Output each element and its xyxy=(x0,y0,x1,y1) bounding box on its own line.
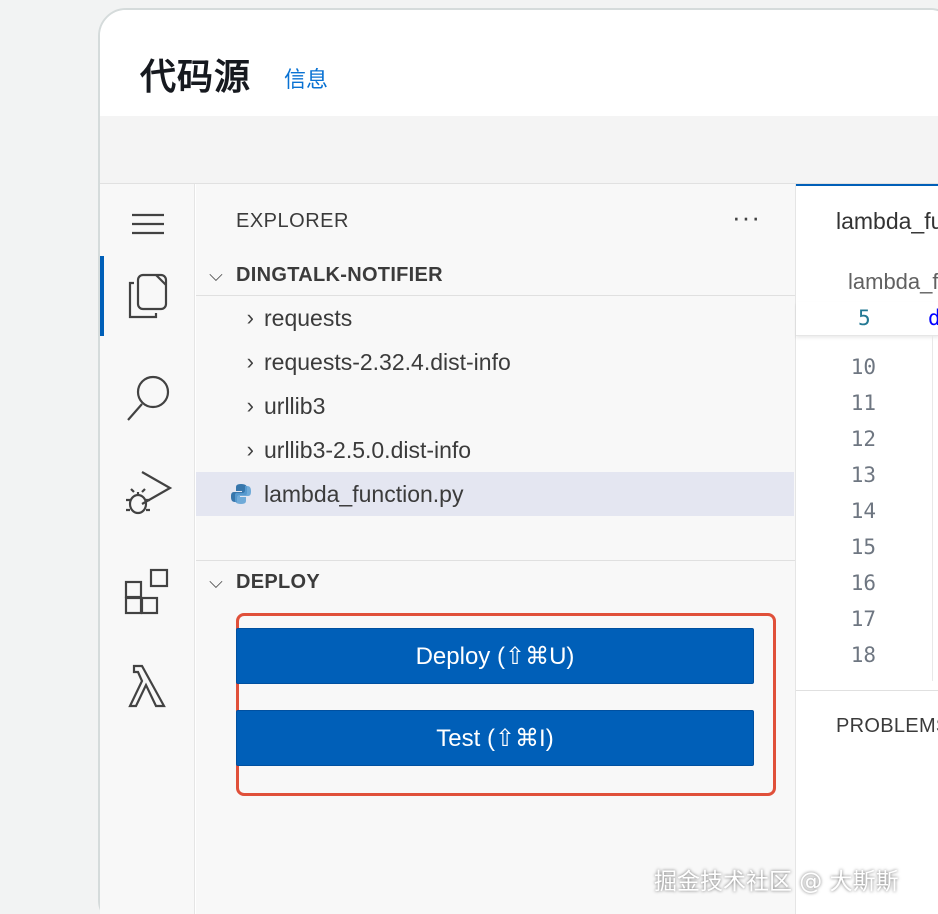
chevron-down-icon: ⌵ xyxy=(209,265,223,285)
files-icon xyxy=(128,273,167,319)
watermark: 掘金技术社区 @ 大斯斯 xyxy=(654,869,899,895)
deploy-button[interactable]: Deploy (⇧⌘U) xyxy=(236,628,754,684)
line-number: 12 xyxy=(850,427,876,451)
line-number: 17 xyxy=(850,607,876,631)
line-number: 16 xyxy=(850,571,876,595)
deploy-section-header[interactable]: ⌵ DEPLOY xyxy=(196,560,796,604)
python-file-icon xyxy=(196,483,264,505)
line-number: 13 xyxy=(850,463,876,487)
breadcrumb-label: lambda_function.py xyxy=(848,269,938,294)
tree-item-label: requests-2.32.4.dist-info xyxy=(264,348,511,375)
gutter-divider xyxy=(932,336,933,681)
breadcrumb[interactable]: lambda_function.py xyxy=(796,262,938,302)
tree-item-requests[interactable]: › requests xyxy=(196,296,796,340)
tree-item-requests-dist-info[interactable]: › requests-2.32.4.dist-info xyxy=(196,340,796,384)
explorer-sidebar: EXPLORER ··· ⌵ DINGTALK-NOTIFIER › reque… xyxy=(196,184,796,914)
activity-bar xyxy=(100,184,195,914)
code-text: def lambda_handler(event, context): xyxy=(928,306,938,330)
editor-area: lambda_function.py lambda_function.py 5 … xyxy=(795,184,938,914)
search-icon xyxy=(126,375,169,421)
line-number: 14 xyxy=(850,499,876,523)
editor-tab-label: lambda_function.py xyxy=(836,207,938,234)
sticky-scroll-line[interactable]: 5 def lambda_handler(event, context): xyxy=(796,302,938,336)
activity-extensions[interactable] xyxy=(100,552,195,632)
tree-item-label: urllib3 xyxy=(264,392,326,419)
tab-problems[interactable]: PROBLEMS xyxy=(836,715,938,738)
chevron-right-icon: › xyxy=(246,349,254,374)
chevron-right-icon: › xyxy=(246,437,254,462)
tree-item-lambda-function[interactable]: lambda_function.py xyxy=(196,472,794,516)
line-number: 11 xyxy=(850,391,876,415)
activity-explorer[interactable] xyxy=(100,256,195,336)
toolbar-band xyxy=(100,116,938,184)
line-number: 5 xyxy=(858,306,871,330)
line-number-gutter: 10 11 12 13 14 15 16 17 18 xyxy=(796,349,904,673)
tree-item-label: requests xyxy=(264,304,353,331)
extensions-icon xyxy=(124,568,168,615)
deploy-section-label: DEPLOY xyxy=(236,571,321,593)
menu-button[interactable] xyxy=(100,184,195,264)
run-debug-icon xyxy=(125,471,172,515)
menu-icon xyxy=(131,213,164,235)
tree-item-urllib3-dist-info[interactable]: › urllib3-2.5.0.dist-info xyxy=(196,428,796,472)
root-folder-label: DINGTALK-NOTIFIER xyxy=(236,264,443,286)
info-link[interactable]: 信息 xyxy=(284,62,328,94)
activity-run-debug[interactable] xyxy=(100,452,195,532)
editor-tab[interactable]: lambda_function.py xyxy=(796,184,938,256)
tree-item-urllib3[interactable]: › urllib3 xyxy=(196,384,796,428)
chevron-right-icon: › xyxy=(246,393,254,418)
line-number: 10 xyxy=(850,355,876,379)
activity-search[interactable] xyxy=(100,358,195,438)
line-number: 15 xyxy=(850,535,876,559)
explorer-title: EXPLORER xyxy=(236,210,349,232)
panel-header: 代码源 信息 xyxy=(100,10,938,116)
chevron-down-icon: ⌵ xyxy=(209,572,223,592)
lambda-icon xyxy=(127,664,166,708)
tree-item-label: lambda_function.py xyxy=(264,480,464,507)
line-number: 18 xyxy=(850,643,876,667)
activity-lambda[interactable] xyxy=(100,646,195,726)
tree-item-label: urllib3-2.5.0.dist-info xyxy=(264,436,472,463)
test-button[interactable]: Test (⇧⌘I) xyxy=(236,710,754,766)
root-folder-header[interactable]: ⌵ DINGTALK-NOTIFIER xyxy=(196,256,796,296)
more-actions-button[interactable]: ··· xyxy=(732,202,761,233)
page-title: 代码源 xyxy=(140,57,252,98)
chevron-right-icon: › xyxy=(246,305,254,330)
